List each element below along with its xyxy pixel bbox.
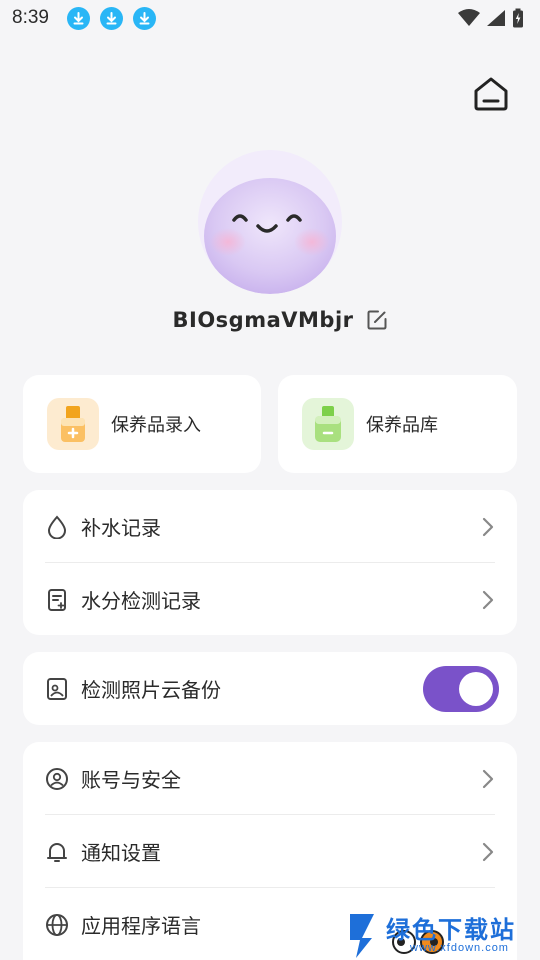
- skincare-entry-card[interactable]: 保养品录入: [23, 375, 261, 473]
- moisture-detection-record-row[interactable]: 水分检测记录: [23, 563, 517, 636]
- detection-record-icon: [45, 588, 69, 612]
- watermark-text: 绿色下载站: [386, 916, 516, 944]
- globe-icon: [45, 913, 69, 937]
- avatar[interactable]: [198, 150, 342, 294]
- signal-icon: [487, 10, 505, 26]
- home-icon: [474, 77, 508, 111]
- download-notification-icon: [99, 6, 123, 30]
- account-icon: [45, 767, 69, 791]
- username: BIOsgmaVMbjr: [172, 308, 354, 332]
- download-notification-icon: [132, 6, 156, 30]
- edit-icon[interactable]: [366, 309, 388, 331]
- status-time: 8:39: [12, 7, 49, 28]
- toggle-knob: [459, 672, 493, 706]
- photo-backup-icon: [45, 677, 69, 701]
- account-security-row[interactable]: 账号与安全: [23, 742, 517, 815]
- watermark: 绿色下载站 www.xfdown.com: [346, 908, 540, 960]
- wifi-icon: [458, 9, 480, 26]
- skincare-library-card[interactable]: 保养品库: [278, 375, 517, 473]
- app-language-label: 应用程序语言: [81, 914, 201, 938]
- photo-backup-label: 检测照片云备份: [81, 678, 221, 702]
- chevron-right-icon: [482, 842, 494, 862]
- records-card: 补水记录 水分检测记录: [23, 490, 517, 635]
- username-row: BIOsgmaVMbjr: [0, 308, 540, 332]
- hydration-record-label: 补水记录: [81, 516, 161, 540]
- chevron-right-icon: [482, 517, 494, 537]
- chevron-right-icon: [482, 590, 494, 610]
- account-security-label: 账号与安全: [81, 768, 181, 792]
- skincare-library-label: 保养品库: [366, 415, 438, 436]
- bell-icon: [45, 840, 69, 864]
- chevron-right-icon: [482, 769, 494, 789]
- photo-backup-toggle[interactable]: [423, 666, 499, 712]
- avatar-face-icon: [204, 178, 336, 294]
- photo-backup-card: 检测照片云备份: [23, 652, 517, 725]
- notification-settings-row[interactable]: 通知设置: [23, 815, 517, 888]
- notification-settings-label: 通知设置: [81, 841, 161, 865]
- download-notification-icon: [66, 6, 90, 30]
- water-drop-icon: [45, 514, 69, 539]
- moisture-detection-record-label: 水分检测记录: [81, 589, 201, 613]
- battery-icon: [513, 8, 523, 28]
- skincare-entry-icon: [47, 398, 99, 450]
- hydration-record-row[interactable]: 补水记录: [23, 490, 517, 563]
- watermark-url: www.xfdown.com: [410, 942, 509, 954]
- status-bar: 8:39: [0, 0, 540, 36]
- status-icons: [458, 8, 524, 28]
- skincare-library-icon: [302, 398, 354, 450]
- skincare-entry-label: 保养品录入: [111, 415, 201, 436]
- home-button[interactable]: [472, 76, 510, 112]
